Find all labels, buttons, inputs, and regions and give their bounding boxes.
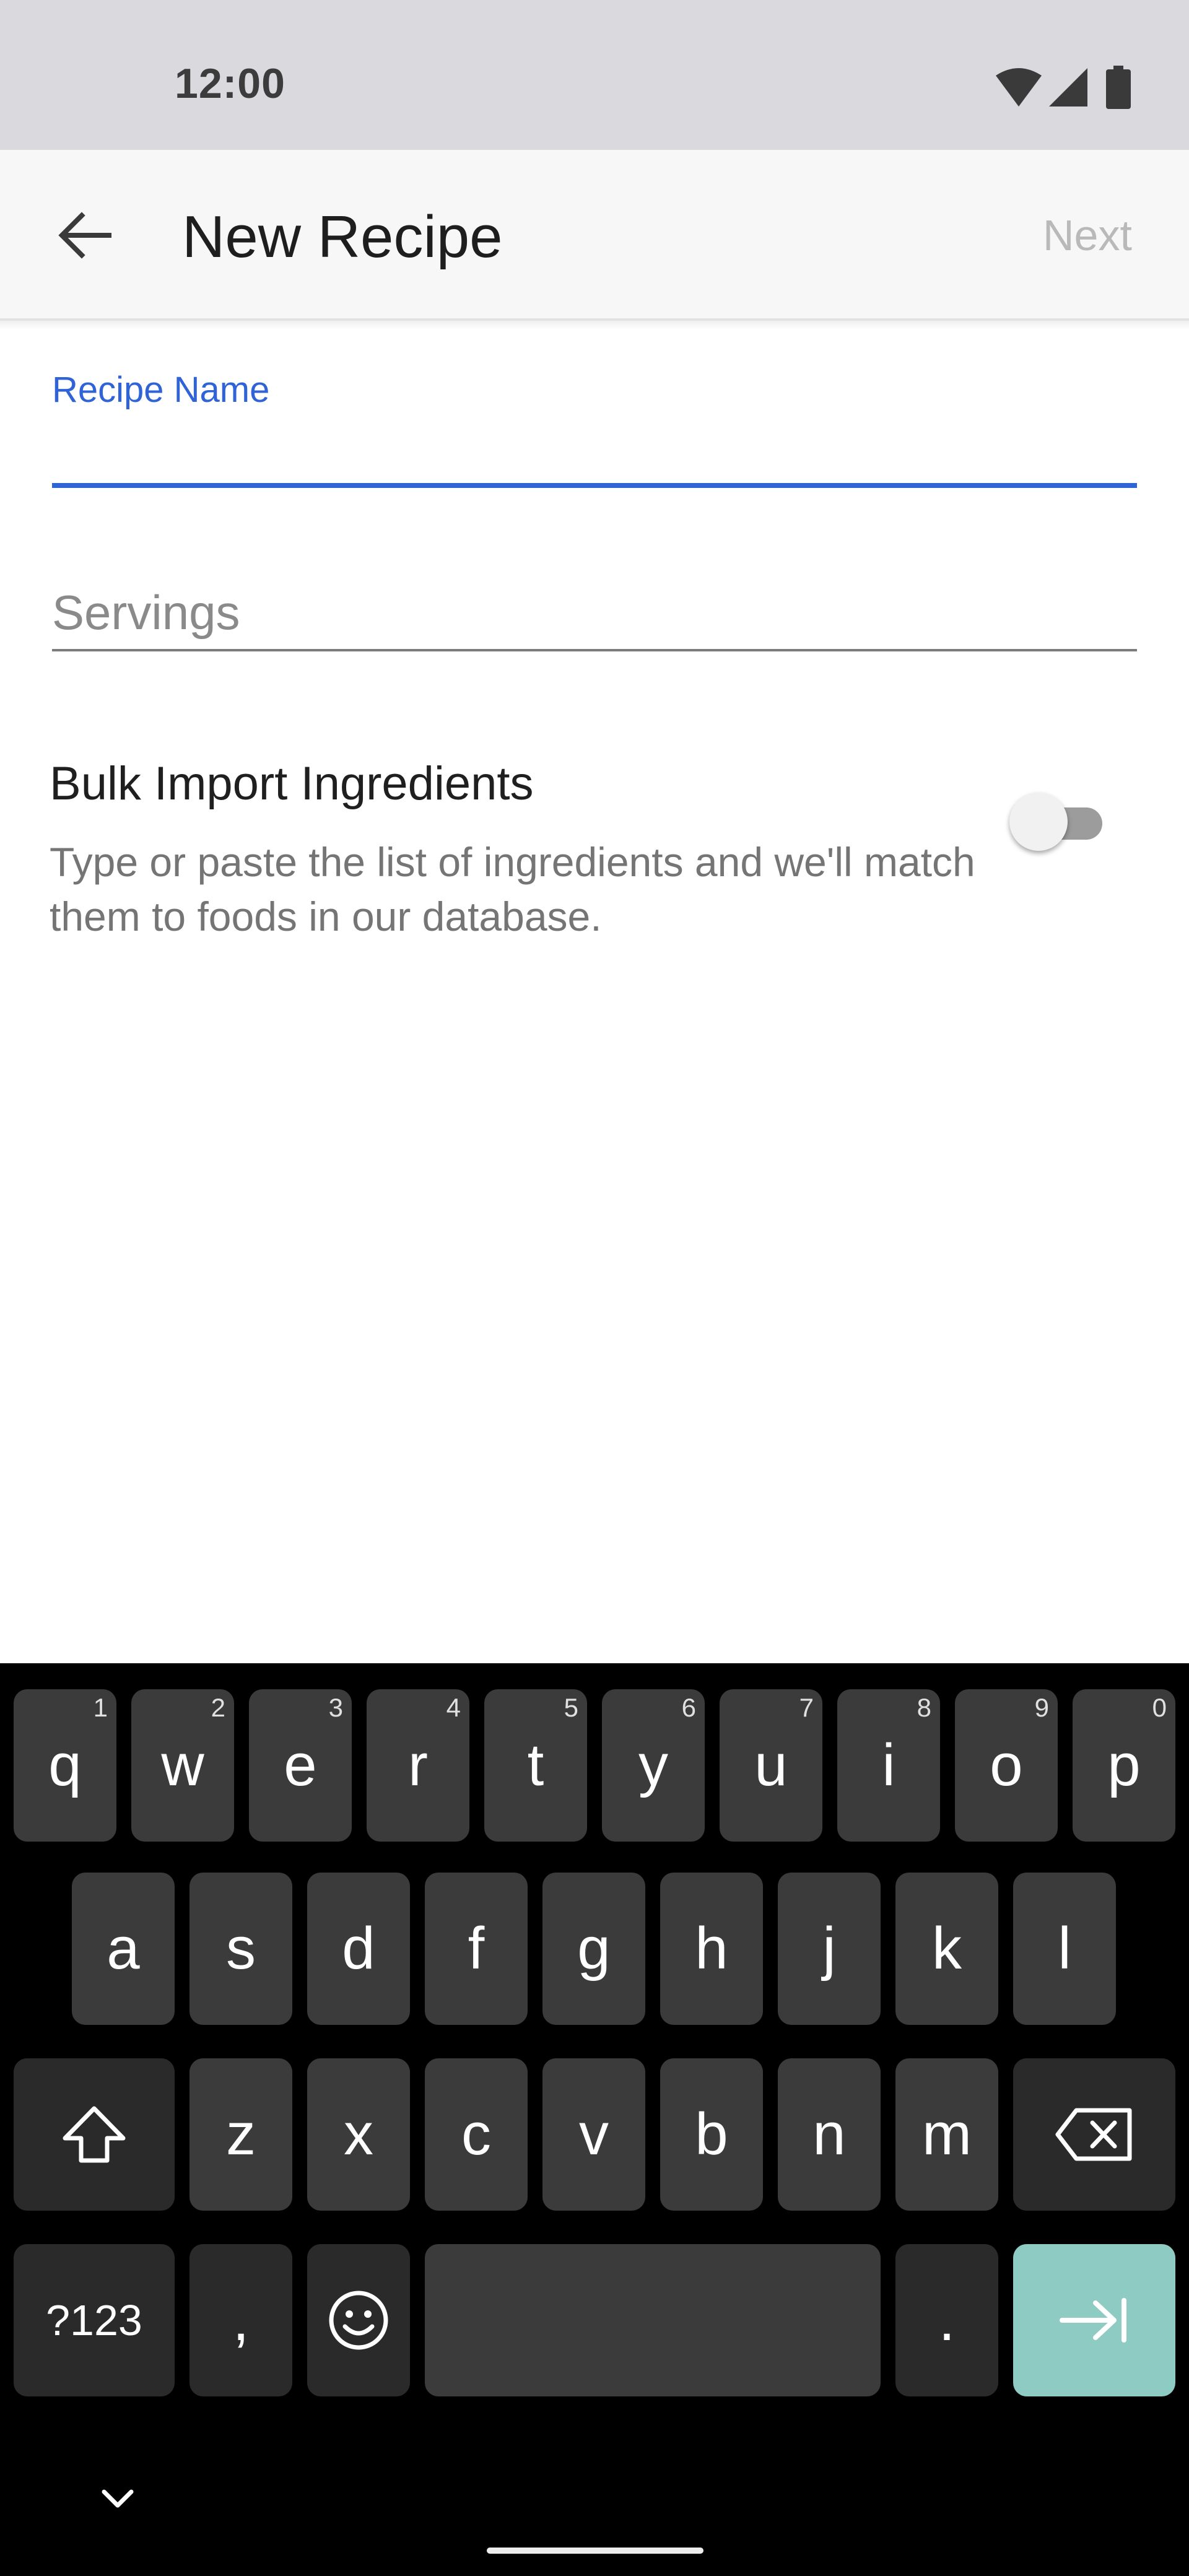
- key-n[interactable]: n: [778, 2058, 881, 2211]
- key-d[interactable]: d: [307, 1873, 410, 2025]
- key-v[interactable]: v: [542, 2058, 645, 2211]
- next-button[interactable]: Next: [1043, 211, 1132, 260]
- key-u[interactable]: u7: [720, 1689, 822, 1842]
- key-x[interactable]: x: [307, 2058, 410, 2211]
- recipe-name-input[interactable]: [52, 421, 1137, 488]
- key-label: m: [922, 2101, 972, 2167]
- key-label: .: [938, 2287, 956, 2353]
- key-hint: 5: [564, 1693, 578, 1722]
- emoji-key[interactable]: [307, 2244, 410, 2396]
- backspace-key[interactable]: [1013, 2058, 1175, 2211]
- key-label: k: [932, 1915, 962, 1982]
- keyboard-collapse-button[interactable]: [93, 2474, 142, 2524]
- recipe-name-label: Recipe Name: [52, 370, 270, 410]
- tab-next-icon: [1060, 2298, 1126, 2343]
- space-key[interactable]: [425, 2244, 881, 2396]
- keyboard: q1 w2 e3 r4 t5 y6 u7 i8 o9 p0 a s d f g …: [0, 1663, 1189, 2576]
- key-hint: 7: [799, 1693, 814, 1722]
- key-label: y: [638, 1732, 668, 1798]
- key-label: w: [161, 1732, 204, 1798]
- key-hint: 0: [1152, 1693, 1167, 1722]
- bulk-import-description: Type or paste the list of ingredients an…: [50, 839, 975, 939]
- bulk-import-toggle[interactable]: [1009, 793, 1108, 851]
- key-k[interactable]: k: [895, 1873, 998, 2025]
- key-label: n: [812, 2101, 846, 2167]
- key-j[interactable]: j: [778, 1873, 881, 2025]
- key-label: j: [822, 1915, 836, 1982]
- toggle-thumb: [1009, 793, 1068, 851]
- wifi-icon: [996, 68, 1042, 110]
- key-label: r: [408, 1732, 428, 1798]
- key-label: a: [107, 1915, 140, 1982]
- key-l[interactable]: l: [1013, 1873, 1116, 2025]
- key-label: b: [695, 2101, 728, 2167]
- key-f[interactable]: f: [425, 1873, 528, 2025]
- key-label: f: [468, 1915, 485, 1982]
- key-hint: 8: [917, 1693, 931, 1722]
- key-label: q: [48, 1732, 82, 1798]
- key-label: s: [226, 1915, 256, 1982]
- back-button[interactable]: [45, 198, 125, 272]
- signal-icon: [1049, 68, 1087, 110]
- key-hint: 3: [328, 1693, 343, 1722]
- comma-key[interactable]: ,: [189, 2244, 292, 2396]
- app-bar-shadow: [0, 321, 1189, 329]
- key-hint: 9: [1034, 1693, 1049, 1722]
- emoji-icon: [329, 2291, 388, 2350]
- key-hint: 1: [93, 1693, 108, 1722]
- key-z[interactable]: z: [189, 2058, 292, 2211]
- key-a[interactable]: a: [72, 1873, 175, 2025]
- backspace-icon: [1055, 2108, 1132, 2161]
- key-label: z: [226, 2101, 256, 2167]
- key-label: u: [754, 1732, 788, 1798]
- period-key[interactable]: .: [895, 2244, 998, 2396]
- shift-icon: [63, 2106, 126, 2163]
- key-label: e: [284, 1732, 317, 1798]
- key-c[interactable]: c: [425, 2058, 528, 2211]
- key-label: ,: [232, 2287, 250, 2353]
- key-label: ?123: [46, 2296, 142, 2344]
- key-o[interactable]: o9: [955, 1689, 1058, 1842]
- servings-input[interactable]: [52, 576, 1137, 651]
- key-label: v: [579, 2101, 609, 2167]
- key-p[interactable]: p0: [1073, 1689, 1175, 1842]
- page-title: New Recipe: [182, 204, 503, 270]
- key-label: h: [695, 1915, 728, 1982]
- key-h[interactable]: h: [660, 1873, 763, 2025]
- key-hint: 6: [681, 1693, 696, 1722]
- app-bar: [0, 150, 1189, 318]
- key-s[interactable]: s: [189, 1873, 292, 2025]
- arrow-back-icon: [58, 212, 111, 259]
- shift-key[interactable]: [14, 2058, 175, 2211]
- key-hint: 4: [446, 1693, 461, 1722]
- key-label: i: [882, 1732, 895, 1798]
- key-g[interactable]: g: [542, 1873, 645, 2025]
- battery-icon: [1106, 66, 1131, 112]
- key-r[interactable]: r4: [367, 1689, 469, 1842]
- key-m[interactable]: m: [895, 2058, 998, 2211]
- bulk-import-title: Bulk Import Ingredients: [50, 757, 534, 810]
- key-t[interactable]: t5: [484, 1689, 587, 1842]
- key-label: c: [461, 2101, 491, 2167]
- home-indicator[interactable]: [487, 2548, 703, 2554]
- key-w[interactable]: w2: [131, 1689, 234, 1842]
- key-label: g: [577, 1915, 611, 1982]
- symbols-key[interactable]: ?123: [14, 2244, 175, 2396]
- key-e[interactable]: e3: [249, 1689, 352, 1842]
- key-b[interactable]: b: [660, 2058, 763, 2211]
- key-q[interactable]: q1: [14, 1689, 116, 1842]
- key-hint: 2: [211, 1693, 225, 1722]
- key-label: x: [344, 2101, 373, 2167]
- key-i[interactable]: i8: [837, 1689, 940, 1842]
- key-label: t: [527, 1732, 544, 1798]
- next-field-key[interactable]: [1013, 2244, 1175, 2396]
- status-clock: 12:00: [175, 60, 285, 107]
- key-label: p: [1107, 1732, 1141, 1798]
- key-label: o: [990, 1732, 1023, 1798]
- key-label: l: [1058, 1915, 1071, 1982]
- key-label: d: [342, 1915, 375, 1982]
- chevron-down-icon: [102, 2489, 134, 2508]
- key-y[interactable]: y6: [602, 1689, 705, 1842]
